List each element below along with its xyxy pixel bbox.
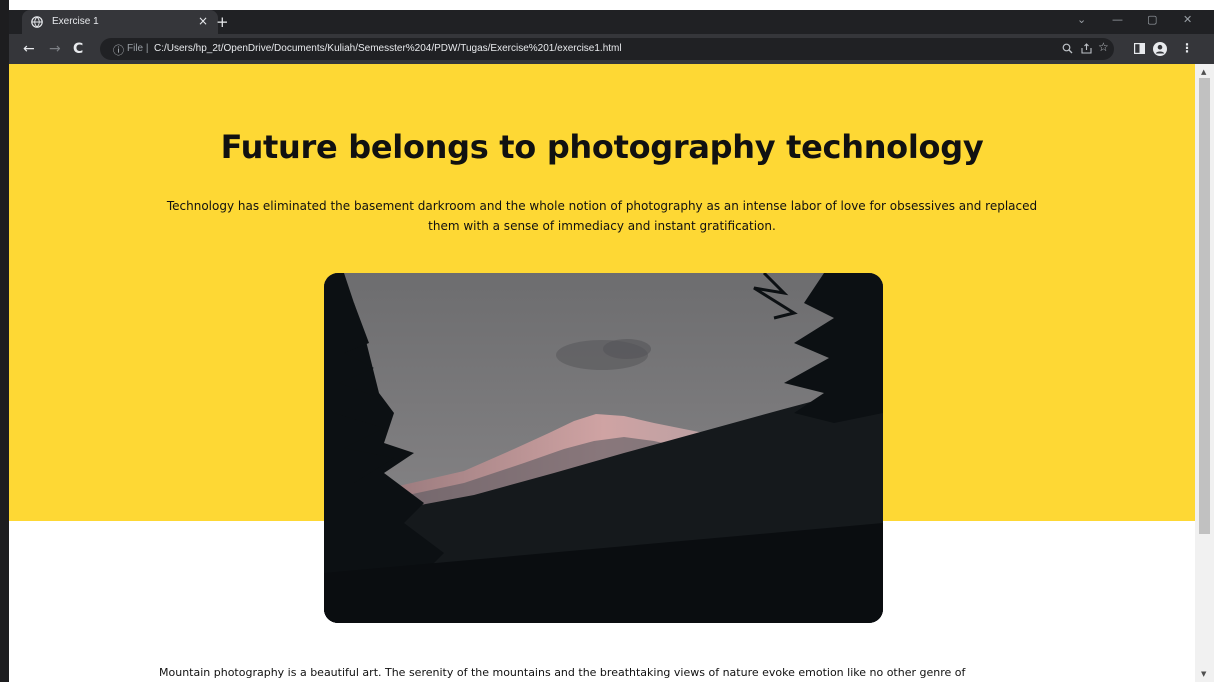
reload-icon[interactable]: C <box>73 41 83 57</box>
globe-icon <box>31 16 43 28</box>
share-icon[interactable] <box>1081 43 1092 54</box>
vertical-scrollbar[interactable]: ▲ ▼ <box>1195 64 1214 682</box>
mountain-photo <box>324 273 883 623</box>
sidepanel-icon[interactable] <box>1134 43 1145 54</box>
tab-bar: Exercise 1 × + ⌄ — ▢ ✕ <box>9 10 1214 34</box>
tab-title: Exercise 1 <box>52 16 99 27</box>
window-edge <box>0 0 9 682</box>
scheme-label: File | <box>127 43 149 54</box>
restore-icon[interactable]: ▢ <box>1147 13 1157 26</box>
minimize-icon[interactable]: — <box>1112 13 1123 26</box>
menu-icon[interactable]: ⋮ <box>1181 41 1193 55</box>
back-icon[interactable]: ← <box>23 41 35 57</box>
star-icon[interactable]: ☆ <box>1098 40 1109 54</box>
profile-icon[interactable] <box>1153 42 1167 56</box>
mountain-image <box>324 273 883 623</box>
zoom-icon[interactable] <box>1062 43 1073 54</box>
browser-toolbar: ← → C ⓘ File | C:/Users/hp_2t/OpenDrive/… <box>9 34 1214 64</box>
page-viewport: Future belongs to photography technology… <box>9 64 1195 682</box>
new-tab-button[interactable]: + <box>216 13 229 31</box>
body-paragraph: Mountain photography is a beautiful art.… <box>159 666 966 679</box>
scroll-down-icon[interactable]: ▼ <box>1201 670 1206 678</box>
browser-window: Exercise 1 × + ⌄ — ▢ ✕ ← → C ⓘ File | C:… <box>0 0 1214 682</box>
hero-description: Technology has eliminated the basement d… <box>166 199 1038 233</box>
tab-search-icon[interactable]: ⌄ <box>1077 13 1086 26</box>
page-title: Future belongs to photography technology <box>220 128 984 166</box>
tab-close-button[interactable]: × <box>198 14 208 28</box>
window-close-icon[interactable]: ✕ <box>1183 13 1192 26</box>
forward-icon[interactable]: → <box>49 41 61 57</box>
tab-exercise-1[interactable]: Exercise 1 × <box>22 10 218 34</box>
scrollbar-thumb[interactable] <box>1199 78 1210 534</box>
scroll-up-icon[interactable]: ▲ <box>1201 68 1206 76</box>
info-icon[interactable]: ⓘ <box>113 42 124 58</box>
url-text[interactable]: C:/Users/hp_2t/OpenDrive/Documents/Kulia… <box>154 43 622 54</box>
address-bar[interactable]: ⓘ File | C:/Users/hp_2t/OpenDrive/Docume… <box>100 38 1114 60</box>
